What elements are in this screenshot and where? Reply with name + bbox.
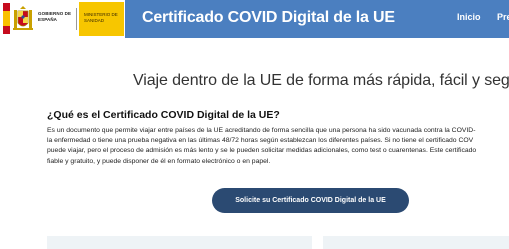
government-label: Gobierno de España (38, 11, 72, 22)
ministry-badge: Ministerio de Sanidad (79, 2, 124, 36)
ministry-label: Ministerio de Sanidad (84, 12, 118, 23)
request-certificate-button[interactable]: Solicite su Certificado COVID Digital de… (212, 188, 409, 213)
paragraph-line: la enfermedad o tiene una prueba negativ… (47, 137, 474, 145)
section-title: ¿Qué es el Certificado COVID Digital de … (47, 109, 280, 121)
paragraph-line: fiable y gratuito, y puede disponer de é… (47, 157, 271, 165)
paragraph-line: puede viajar, pero el proceso de admisió… (47, 147, 477, 155)
main-nav: Inicio Preguntas (457, 12, 509, 22)
hero-heading: Viaje dentro de la UE de forma más rápid… (133, 72, 509, 89)
logo-divider (76, 8, 77, 30)
site-title: Certificado COVID Digital de la UE (142, 9, 395, 26)
description-paragraph: Es un documento que permite viajar entre… (47, 126, 509, 167)
coat-of-arms-icon (13, 6, 33, 30)
paragraph-line: Es un documento que permite viajar entre… (47, 127, 476, 134)
info-card (47, 236, 312, 249)
info-card (323, 236, 509, 249)
government-logo[interactable]: Gobierno de España Ministerio de Sanidad (0, 0, 125, 38)
spain-flag-icon (3, 3, 10, 34)
nav-item-inicio[interactable]: Inicio (457, 12, 481, 22)
site-header: Gobierno de España Ministerio de Sanidad… (0, 0, 509, 38)
nav-item-preguntas[interactable]: Preguntas (497, 12, 509, 22)
